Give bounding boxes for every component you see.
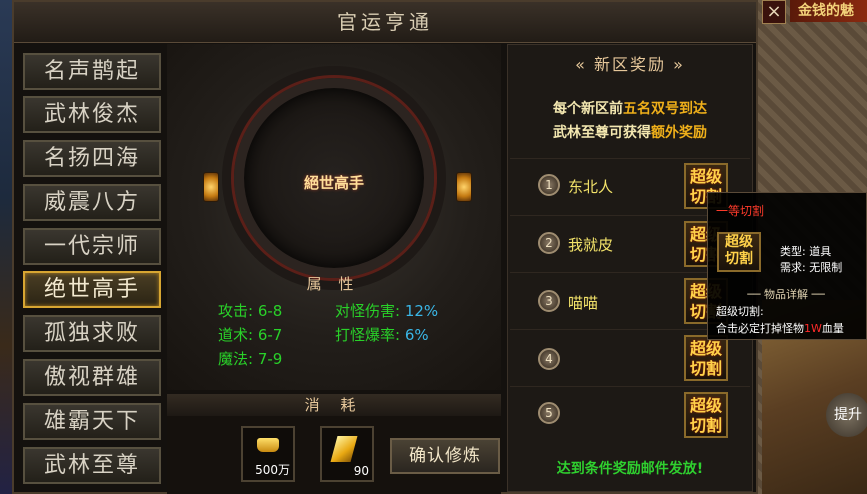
tooltip-desc-text: 合击必定打掉怪物 xyxy=(716,322,804,335)
rank-medal-icon: 4 xyxy=(538,348,560,370)
rank-medal-icon: 3 xyxy=(538,290,560,312)
rank-button[interactable]: 名扬四海 xyxy=(23,140,161,177)
reward-desc-highlight: 五名双号到达 xyxy=(623,101,707,117)
rank-button[interactable]: 武林至尊 xyxy=(23,447,161,484)
rank-medal-icon: 1 xyxy=(538,174,560,196)
tooltip-desc-text: 血量 xyxy=(821,322,844,335)
rank-medal-icon: 5 xyxy=(538,402,560,424)
cost-title: 消 耗 xyxy=(304,396,364,414)
game-world-left xyxy=(0,0,12,494)
rank-button-active[interactable]: 绝世高手 xyxy=(23,271,161,308)
monster-drop-stat: 打怪爆率: 6% xyxy=(335,326,429,344)
upgrade-button[interactable]: 提升 xyxy=(826,393,867,437)
reward-footer: 达到条件奖励邮件发放! xyxy=(556,461,704,477)
rank-button[interactable]: 名声鹊起 xyxy=(23,53,161,90)
tooltip-item-requirement: 需求: 无限制 xyxy=(780,261,843,274)
close-button[interactable]: × xyxy=(762,0,786,24)
rank-button[interactable]: 威震八方 xyxy=(23,184,161,221)
rank-button[interactable]: 一代宗师 xyxy=(23,228,161,265)
cost-qty: 90 xyxy=(353,464,369,478)
tooltip-desc: 合击必定打掉怪物1W血量 xyxy=(716,320,844,336)
tooltip-desc-title: 超级切割: xyxy=(716,305,764,318)
lantern-icon xyxy=(203,172,219,202)
attributes-header: 属 性 xyxy=(306,275,360,293)
rank-button[interactable]: 雄霸天下 xyxy=(23,403,161,440)
tao-stat: 道术: 6-7 xyxy=(218,326,283,344)
rank-medal-icon: 2 xyxy=(538,232,560,254)
tooltip-separator: ── 物品详解 ── xyxy=(747,288,825,301)
rank-title: 絕世高手 xyxy=(303,174,364,192)
tooltip-item-type: 类型: 道具 xyxy=(780,245,832,258)
reward-desc-line1: 每个新区前五名双号到达 xyxy=(507,98,753,118)
cost-slot-gold[interactable]: 500万 xyxy=(241,426,295,482)
reward-desc-highlight: 额外奖励 xyxy=(651,125,707,141)
reward-desc-text: 每个新区前 xyxy=(553,101,623,117)
player-name: 喵喵 xyxy=(568,294,599,312)
attack-stat: 攻击: 6-8 xyxy=(218,302,283,320)
confirm-train-button[interactable]: 确认修炼 xyxy=(390,438,500,474)
player-name: 东北人 xyxy=(568,178,614,196)
gold-ingot-icon xyxy=(257,438,279,452)
window-title: 官运亨通 xyxy=(337,10,433,34)
reward-item-icon[interactable]: 超级切割 xyxy=(684,335,728,381)
tooltip-item-name: 一等切割 xyxy=(716,204,765,218)
lantern-icon xyxy=(456,172,472,202)
reward-desc-line2: 武林至尊可获得额外奖励 xyxy=(507,122,753,142)
cost-qty: 500万 xyxy=(255,463,290,477)
rank-button[interactable]: 傲视群雄 xyxy=(23,359,161,396)
rank-button[interactable]: 武林俊杰 xyxy=(23,96,161,133)
gem-shard-icon xyxy=(330,436,358,462)
reward-desc-text: 武林至尊可获得 xyxy=(553,125,651,141)
player-name: 我就皮 xyxy=(568,236,614,254)
rank-button[interactable]: 孤独求败 xyxy=(23,315,161,352)
magic-stat: 魔法: 7-9 xyxy=(218,350,283,368)
monster-damage-stat: 对怪伤害: 12% xyxy=(335,302,439,320)
cost-slot-gem[interactable]: 90 xyxy=(320,426,374,482)
reward-header-text: 新区奖励 xyxy=(593,55,666,74)
tooltip-item-icon: 超级切割 xyxy=(717,232,761,272)
reward-header: « 新区奖励 » xyxy=(575,55,685,74)
tooltip-desc-highlight: 1W xyxy=(804,322,822,335)
event-banner[interactable]: 金钱的魅 xyxy=(790,0,867,22)
reward-item-icon[interactable]: 超级切割 xyxy=(684,392,728,438)
tooltip-separator-text: 物品详解 xyxy=(764,288,808,301)
